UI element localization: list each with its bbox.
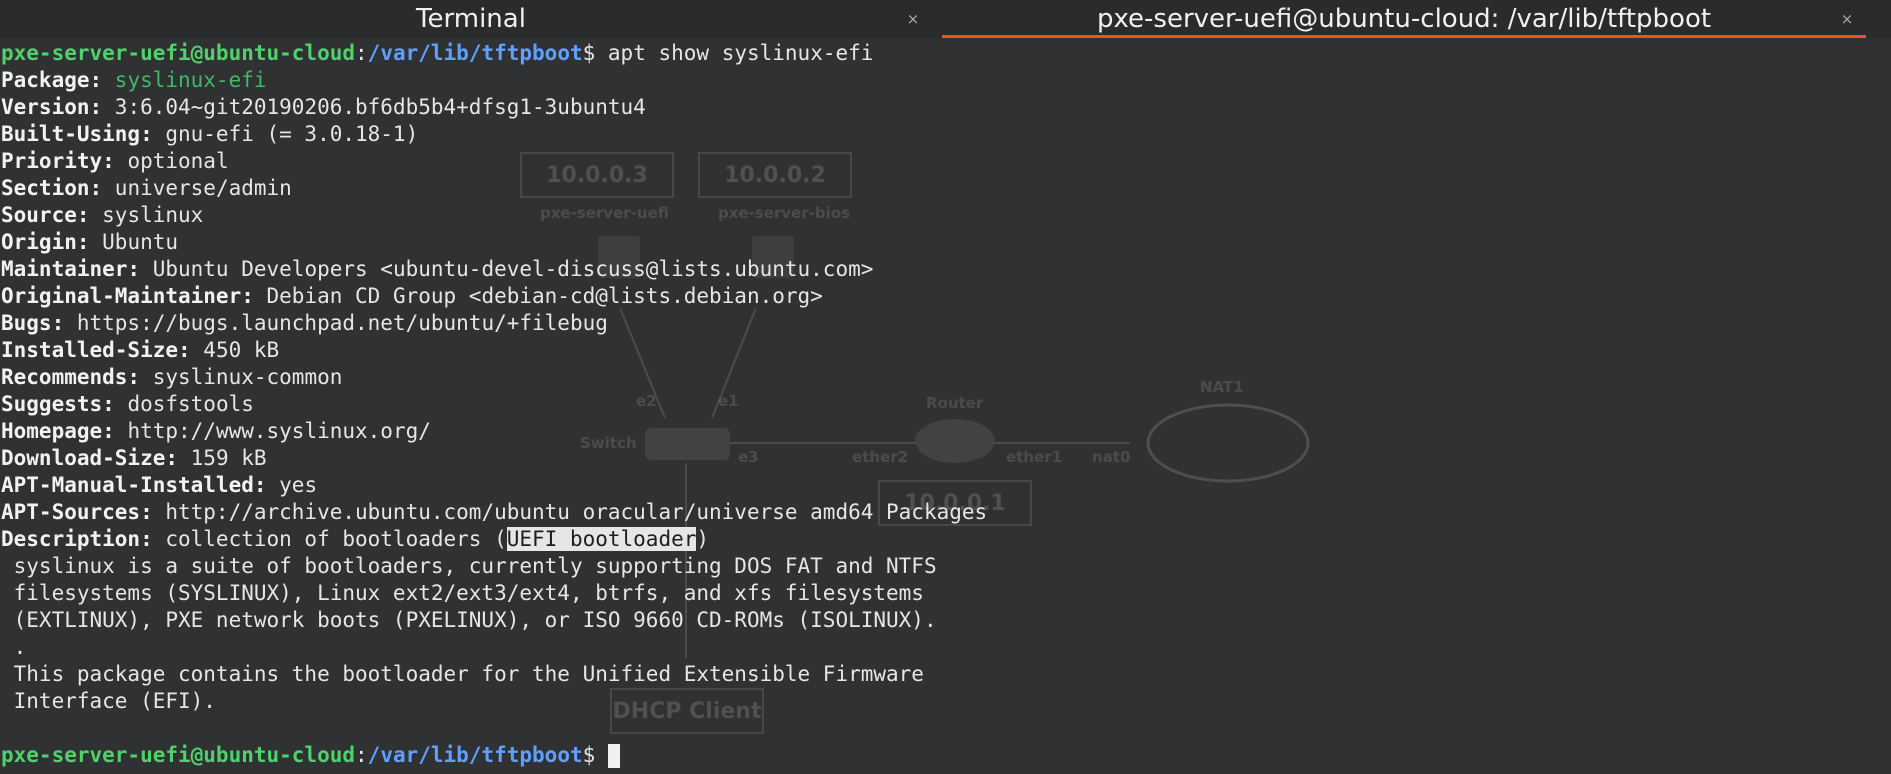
field-recommends: Recommends: syslinux-common xyxy=(1,364,342,391)
field-priority: Priority: optional xyxy=(1,148,229,175)
field-value: http://www.syslinux.org/ xyxy=(114,419,431,443)
field-source: Source: syslinux xyxy=(1,202,203,229)
field-value: https://bugs.launchpad.net/ubuntu/+fileb… xyxy=(64,311,608,335)
field-origin: Origin: Ubuntu xyxy=(1,229,178,256)
field-key: Package: xyxy=(1,68,103,92)
description-pre: collection of bootloaders ( xyxy=(152,527,507,551)
field-installed-size: Installed-Size: 450 kB xyxy=(1,337,279,364)
tab-terminal-label: Terminal xyxy=(416,4,526,34)
field-key: Recommends: xyxy=(1,365,141,389)
field-key: Origin: xyxy=(1,230,90,254)
field-apt-manual-installed: APT-Manual-Installed: yes xyxy=(1,472,317,499)
description-body-line: Interface (EFI). xyxy=(1,689,216,713)
field-version: Version: 3:6.04~git20190206.bf6db5b4+dfs… xyxy=(1,94,646,121)
field-key: APT-Sources: xyxy=(1,500,153,524)
description-post: ) xyxy=(696,527,710,551)
field-value: universe/admin xyxy=(102,176,292,200)
field-value: http://archive.ubuntu.com/ubuntu oracula… xyxy=(152,500,988,524)
prompt-colon: : xyxy=(355,743,368,767)
field-key: Maintainer: xyxy=(1,257,141,281)
field-key: Built-Using: xyxy=(1,122,153,146)
command-line: pxe-server-uefi@ubuntu-cloud:/var/lib/tf… xyxy=(1,40,873,67)
active-prompt-line[interactable]: pxe-server-uefi@ubuntu-cloud:/var/lib/tf… xyxy=(1,742,620,769)
field-value: Ubuntu xyxy=(89,230,179,254)
field-value: Ubuntu Developers <ubuntu-devel-discuss@… xyxy=(140,257,874,281)
field-download-size: Download-Size: 159 kB xyxy=(1,445,267,472)
field-key: Download-Size: xyxy=(1,446,179,470)
field-value: syslinux-common xyxy=(140,365,343,389)
field-value: 3:6.04~git20190206.bf6db5b4+dfsg1-3ubunt… xyxy=(102,95,646,119)
field-value: 159 kB xyxy=(178,446,267,470)
field-value: gnu-efi (= 3.0.18-1) xyxy=(152,122,419,146)
field-key: APT-Manual-Installed: xyxy=(1,473,267,497)
field-original-maintainer: Original-Maintainer: Debian CD Group <de… xyxy=(1,283,823,310)
prompt-path: /var/lib/tftpboot xyxy=(367,41,583,65)
field-description: Description: collection of bootloaders (… xyxy=(1,526,709,553)
field-key: Installed-Size: xyxy=(1,338,191,362)
field-value: dosfstools xyxy=(114,392,254,416)
tab-bar: Terminal × pxe-server-uefi@ubuntu-cloud:… xyxy=(0,0,1891,39)
description-body-line: (EXTLINUX), PXE network boots (PXELINUX)… xyxy=(1,608,937,632)
field-section: Section: universe/admin xyxy=(1,175,292,202)
text-cursor xyxy=(607,744,620,768)
field-package: Package: syslinux-efi xyxy=(1,67,267,94)
field-built-using: Built-Using: gnu-efi (= 3.0.18-1) xyxy=(1,121,418,148)
field-key: Original-Maintainer: xyxy=(1,284,254,308)
field-apt-sources: APT-Sources: http://archive.ubuntu.com/u… xyxy=(1,499,987,526)
description-body-line: syslinux is a suite of bootloaders, curr… xyxy=(1,554,937,578)
field-key: Suggests: xyxy=(1,392,115,416)
field-value: syslinux-efi xyxy=(102,68,267,92)
field-suggests: Suggests: dosfstools xyxy=(1,391,254,418)
prompt-user-host: pxe-server-uefi@ubuntu-cloud xyxy=(1,743,356,767)
terminal-output[interactable]: pxe-server-uefi@ubuntu-cloud:/var/lib/tf… xyxy=(0,40,1891,774)
field-key: Bugs: xyxy=(1,311,65,335)
field-value: optional xyxy=(114,149,229,173)
field-value: syslinux xyxy=(89,203,204,227)
field-maintainer: Maintainer: Ubuntu Developers <ubuntu-de… xyxy=(1,256,873,283)
tab-pxe-server-label: pxe-server-uefi@ubuntu-cloud: /var/lib/t… xyxy=(1096,4,1712,34)
prompt-path: /var/lib/tftpboot xyxy=(367,743,583,767)
close-tab-terminal-icon[interactable]: × xyxy=(902,0,924,38)
field-key: Homepage: xyxy=(1,419,115,443)
field-value: Debian CD Group <debian-cd@lists.debian.… xyxy=(253,284,823,308)
field-key: Priority: xyxy=(1,149,115,173)
field-key: Section: xyxy=(1,176,103,200)
prompt-user-host: pxe-server-uefi@ubuntu-cloud xyxy=(1,41,356,65)
field-value: yes xyxy=(266,473,318,497)
description-body-line: This package contains the bootloader for… xyxy=(1,662,924,686)
field-key: Source: xyxy=(1,203,90,227)
command-text: apt show syslinux-efi xyxy=(607,41,874,65)
selected-text[interactable]: UEFI bootloader xyxy=(506,527,697,551)
field-bugs: Bugs: https://bugs.launchpad.net/ubuntu/… xyxy=(1,310,608,337)
prompt-colon: : xyxy=(355,41,368,65)
description-body-line: . xyxy=(1,635,27,659)
description-body-line: filesystems (SYSLINUX), Linux ext2/ext3/… xyxy=(1,581,924,605)
prompt-symbol: $ xyxy=(582,743,608,767)
field-value: 450 kB xyxy=(190,338,280,362)
tab-pxe-server[interactable]: pxe-server-uefi@ubuntu-cloud: /var/lib/t… xyxy=(942,0,1866,38)
field-key: Version: xyxy=(1,95,103,119)
prompt-symbol: $ xyxy=(582,41,608,65)
field-key: Description: xyxy=(1,527,153,551)
tab-terminal[interactable]: Terminal xyxy=(0,0,942,38)
field-homepage: Homepage: http://www.syslinux.org/ xyxy=(1,418,431,445)
close-tab-pxe-server-icon[interactable]: × xyxy=(1836,0,1858,38)
